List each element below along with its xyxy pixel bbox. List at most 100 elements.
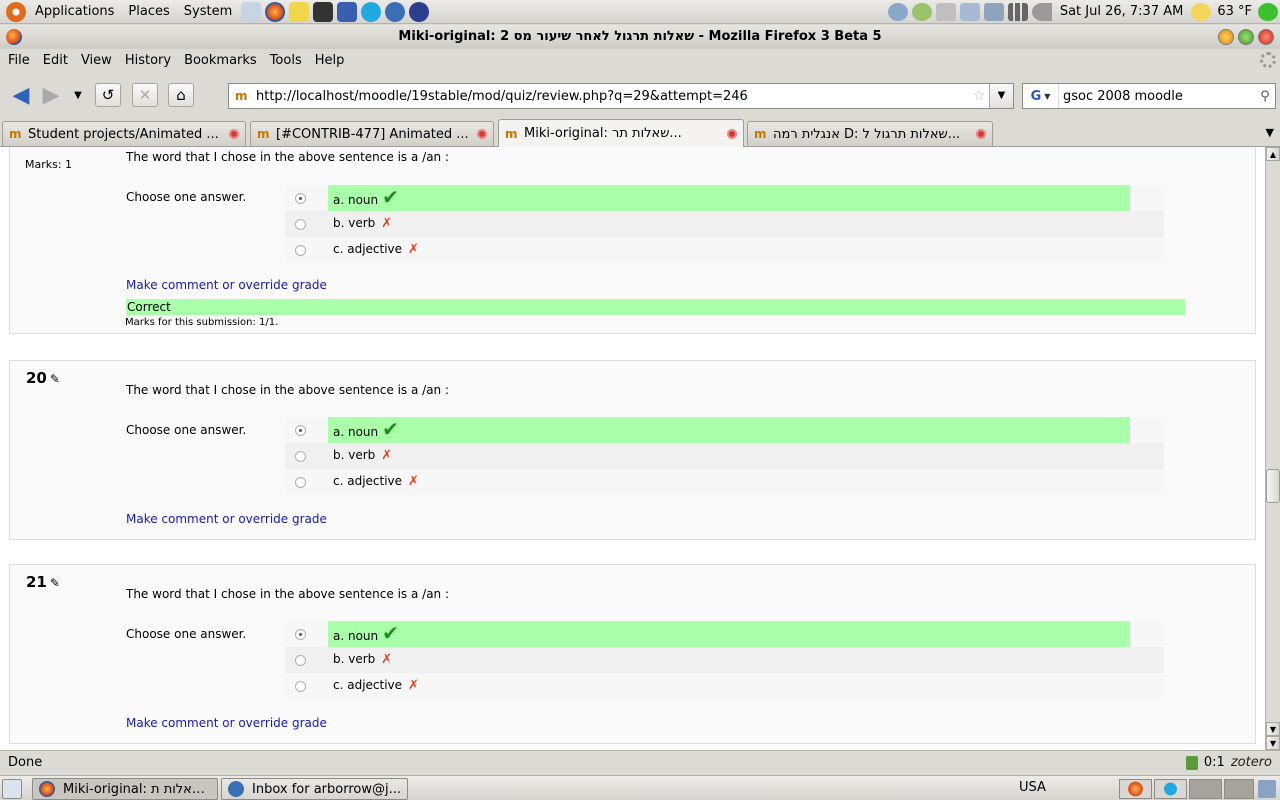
grading-feedback: Correct <box>126 299 1185 315</box>
bookmark-star-icon[interactable]: ☆ <box>969 88 989 104</box>
answer-radio[interactable] <box>295 450 306 462</box>
answer-option-a[interactable]: a. noun ✔ <box>285 185 1164 211</box>
question-number-text: 21 <box>26 573 47 591</box>
updates-icon[interactable] <box>911 2 932 21</box>
firefox-icon[interactable] <box>6 29 22 45</box>
terminal-launcher-icon[interactable] <box>313 1 334 22</box>
display-icon[interactable] <box>959 2 980 21</box>
reload-button[interactable]: ↺ <box>95 83 121 107</box>
network-launcher-icon[interactable] <box>241 1 262 22</box>
trash-icon[interactable] <box>1258 780 1276 798</box>
system-menu[interactable]: System <box>177 0 239 24</box>
comment-override-link[interactable]: Make comment or override grade <box>126 512 327 526</box>
signal-strength-icon[interactable] <box>1007 2 1028 21</box>
forward-arrow-icon[interactable]: ▶ <box>36 80 66 110</box>
ubuntu-logo-icon[interactable] <box>6 1 26 22</box>
workspace-1[interactable] <box>1119 779 1152 799</box>
incorrect-cross-icon: ✗ <box>408 474 419 489</box>
keyboard-layout-indicator[interactable]: USA <box>1019 780 1046 795</box>
tab-student-projects[interactable]: m Student projects/Animated ... <box>2 121 246 146</box>
tab-miki-original[interactable]: m Miki-original: שאלות תר... <box>498 119 744 147</box>
menu-file[interactable]: File <box>0 53 36 68</box>
answer-option-a[interactable]: a. noun ✔ <box>285 621 1164 647</box>
answer-radio[interactable] <box>295 654 306 666</box>
places-menu[interactable]: Places <box>121 0 176 24</box>
menu-view[interactable]: View <box>74 53 118 68</box>
show-desktop-icon[interactable] <box>2 779 22 799</box>
panel-clock[interactable]: Sat Jul 26, 7:37 AM <box>1054 4 1190 19</box>
running-man-icon[interactable] <box>1258 2 1278 21</box>
answer-option-c[interactable]: c. adjective ✗ <box>285 673 1164 699</box>
scroll-down-icon[interactable]: ▼ <box>1266 736 1280 750</box>
scroll-up-icon[interactable]: ▲ <box>1266 147 1280 161</box>
tab-close-icon[interactable] <box>477 129 487 139</box>
answer-radio[interactable] <box>295 680 306 692</box>
answer-option-b[interactable]: b. verb ✗ <box>285 211 1164 237</box>
search-input[interactable] <box>1059 85 1255 107</box>
scrollbar-thumb[interactable] <box>1266 469 1280 503</box>
tab-close-icon[interactable] <box>976 129 986 139</box>
workspace-4[interactable] <box>1224 779 1254 799</box>
answer-option-b[interactable]: b. verb ✗ <box>285 647 1164 673</box>
workspace-3[interactable] <box>1189 779 1222 799</box>
home-button[interactable]: ⌂ <box>168 83 194 107</box>
answer-radio[interactable] <box>295 628 306 640</box>
search-icon[interactable]: ⚲ <box>1255 89 1275 104</box>
clock-applet-icon[interactable] <box>887 2 908 21</box>
menu-tools[interactable]: Tools <box>263 53 308 68</box>
url-input[interactable] <box>256 85 969 107</box>
question-21: 21 ✎ The word that I chose in the above s… <box>9 564 1256 744</box>
tab-close-icon[interactable] <box>727 128 737 139</box>
weather-temperature[interactable]: 63 °F <box>1213 4 1256 19</box>
eclipse-launcher-icon[interactable] <box>409 1 430 22</box>
applications-menu[interactable]: Applications <box>28 0 121 24</box>
scroll-down-icon[interactable]: ▼ <box>1266 722 1280 736</box>
search-tool-icon[interactable] <box>935 2 956 21</box>
answer-radio[interactable] <box>295 192 306 204</box>
menu-bookmarks[interactable]: Bookmarks <box>177 53 263 68</box>
answer-radio[interactable] <box>295 244 306 256</box>
url-history-dropdown-icon[interactable]: ▼ <box>989 84 1013 108</box>
answer-option-c[interactable]: c. adjective ✗ <box>285 469 1164 495</box>
comment-override-link[interactable]: Make comment or override grade <box>126 716 327 730</box>
edit-question-icon[interactable]: ✎ <box>50 372 60 386</box>
tab-close-icon[interactable] <box>229 129 239 139</box>
history-dropdown-icon[interactable]: ▼ <box>66 80 90 110</box>
zotero-button[interactable]: zotero <box>1231 755 1272 770</box>
tab-english-level-d[interactable]: m אנגלית רמה D: שאלות תרגול ל... <box>747 121 993 146</box>
menu-history[interactable]: History <box>118 53 177 68</box>
taskbar-thunderbird[interactable]: Inbox for arborrow@j... <box>221 778 408 800</box>
answer-radio[interactable] <box>295 218 306 230</box>
answer-option-b[interactable]: b. verb ✗ <box>285 443 1164 469</box>
window-titlebar[interactable]: Miki-original: 2 שאלות תרגול לאחר שיעור … <box>0 25 1280 49</box>
thunderbird-launcher-icon[interactable] <box>385 1 406 22</box>
workspace-2[interactable] <box>1154 779 1187 799</box>
edit-question-icon[interactable]: ✎ <box>50 576 60 590</box>
volume-icon[interactable] <box>1031 2 1052 21</box>
stop-button[interactable]: ✕ <box>132 83 158 107</box>
network-tool-launcher-icon[interactable] <box>337 1 358 22</box>
answer-option-a[interactable]: a. noun ✔ <box>285 417 1164 443</box>
maximize-button[interactable] <box>1238 29 1254 45</box>
answer-option-c[interactable]: c. adjective ✗ <box>285 237 1164 263</box>
back-arrow-icon[interactable]: ◀ <box>6 80 36 110</box>
weather-icon[interactable] <box>1191 2 1212 21</box>
marks-for-submission: Marks for this submission: 1/1. <box>125 317 279 328</box>
menu-help[interactable]: Help <box>308 53 351 68</box>
security-status-icon[interactable] <box>1185 755 1198 770</box>
skype-launcher-icon[interactable] <box>361 1 382 22</box>
tab-contrib-477[interactable]: m [#CONTRIB-477] Animated ... <box>250 121 494 146</box>
minimize-button[interactable] <box>1218 29 1234 45</box>
search-engine-selector[interactable]: G ▼ <box>1023 84 1059 108</box>
taskbar-firefox[interactable]: Miki-original: שאלות ת... <box>32 778 218 800</box>
comment-override-link[interactable]: Make comment or override grade <box>126 278 327 292</box>
battery-icon[interactable] <box>983 2 1004 21</box>
tab-list-dropdown-icon[interactable]: ▼ <box>1266 126 1274 139</box>
answer-radio[interactable] <box>295 424 306 436</box>
vertical-scrollbar[interactable]: ▲ ▼ ▼ <box>1265 147 1280 750</box>
close-button[interactable] <box>1258 29 1274 45</box>
text-editor-launcher-icon[interactable] <box>289 1 310 22</box>
firefox-launcher-icon[interactable] <box>265 1 286 22</box>
answer-radio[interactable] <box>295 476 306 488</box>
menu-edit[interactable]: Edit <box>36 53 74 68</box>
